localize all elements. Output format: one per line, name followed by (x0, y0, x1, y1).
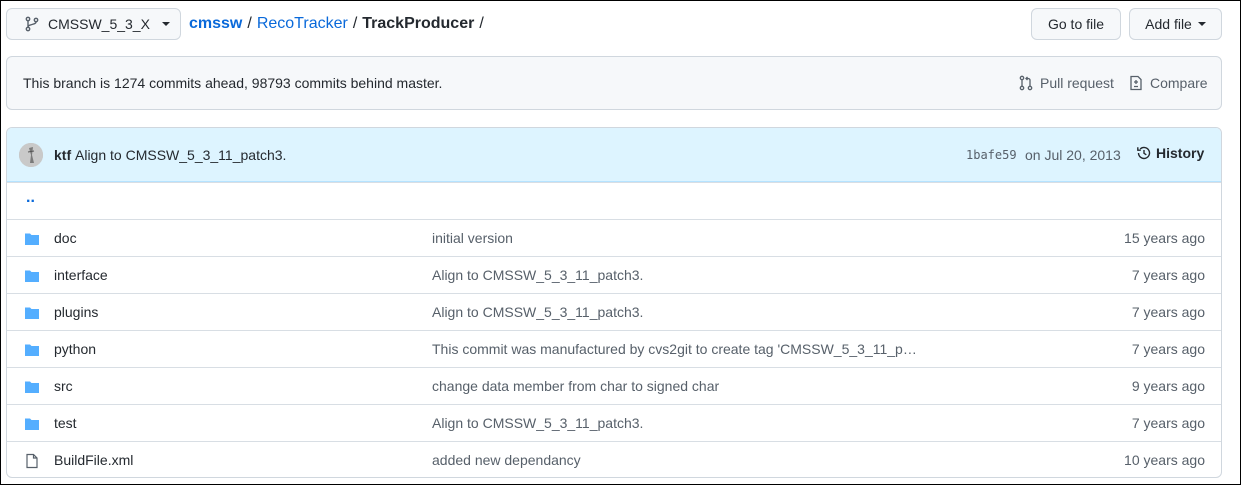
folder-icon (25, 233, 39, 245)
compare-icon (1130, 75, 1142, 91)
branch-selector-button[interactable]: CMSSW_5_3_X (6, 8, 181, 40)
history-icon (1137, 146, 1151, 160)
avatar-image-icon (19, 143, 43, 167)
table-row[interactable]: test Align to CMSSW_5_3_11_patch3. 7 yea… (7, 404, 1221, 441)
file-commit-age: 7 years ago (1131, 341, 1205, 357)
add-file-button[interactable]: Add file (1129, 8, 1222, 40)
latest-commit-bar: ktf Align to CMSSW_5_3_11_patch3. 1bafe5… (7, 128, 1221, 182)
pull-request-label: Pull request (1040, 75, 1114, 91)
repo-header: CMSSW_5_3_X cmssw / RecoTracker / TrackP… (6, 8, 1222, 40)
breadcrumb-current: TrackProducer (362, 15, 475, 32)
file-commit-age: 7 years ago (1131, 267, 1205, 283)
file-name-link[interactable]: plugins (54, 304, 98, 320)
history-link[interactable]: History (1136, 145, 1204, 161)
chevron-down-icon (1197, 22, 1206, 26)
avatar[interactable] (19, 143, 43, 167)
breadcrumb-separator: / (352, 15, 358, 32)
parent-directory-row[interactable]: .. (7, 182, 1221, 219)
add-file-label: Add file (1145, 16, 1192, 32)
pull-request-link[interactable]: Pull request (1018, 75, 1114, 91)
file-table: ktf Align to CMSSW_5_3_11_patch3. 1bafe5… (6, 127, 1222, 478)
table-row[interactable]: src change data member from char to sign… (7, 367, 1221, 404)
table-row[interactable]: BuildFile.xml added new dependancy 10 ye… (7, 441, 1221, 477)
breadcrumb-repo-link[interactable]: cmssw (189, 15, 242, 33)
file-commit-message-link[interactable]: change data member from char to signed c… (432, 378, 719, 394)
pull-request-icon (1019, 75, 1033, 91)
table-row[interactable]: doc initial version 15 years ago (7, 219, 1221, 256)
file-commit-message-link[interactable]: added new dependancy (432, 452, 581, 468)
compare-label: Compare (1150, 75, 1208, 91)
commit-sha-link[interactable]: 1bafe59 (966, 148, 1017, 162)
file-name-link[interactable]: doc (54, 230, 77, 246)
folder-icon (25, 344, 39, 356)
folder-icon (25, 270, 39, 282)
breadcrumb-dir-link[interactable]: RecoTracker (257, 15, 348, 33)
file-name-link[interactable]: python (54, 341, 96, 357)
git-branch-icon (25, 16, 39, 32)
file-name-link[interactable]: test (54, 415, 77, 431)
file-commit-message-link[interactable]: Align to CMSSW_5_3_11_patch3. (432, 304, 643, 320)
file-commit-message-link[interactable]: This commit was manufactured by cvs2git … (432, 341, 917, 357)
go-to-file-button[interactable]: Go to file (1031, 8, 1121, 40)
file-commit-message-link[interactable]: initial version (432, 230, 513, 246)
folder-icon (25, 307, 39, 319)
file-name-link[interactable]: src (54, 378, 73, 394)
file-name-link[interactable]: BuildFile.xml (54, 452, 133, 468)
parent-directory-link[interactable]: .. (26, 189, 35, 207)
file-commit-age: 9 years ago (1131, 378, 1205, 394)
file-commit-age: 10 years ago (1124, 452, 1205, 468)
breadcrumb-separator: / (247, 15, 252, 32)
folder-icon (25, 381, 39, 393)
branch-name: CMSSW_5_3_X (48, 16, 150, 32)
file-commit-message-link[interactable]: Align to CMSSW_5_3_11_patch3. (432, 415, 643, 431)
commit-message-link[interactable]: Align to CMSSW_5_3_11_patch3. (75, 147, 286, 163)
folder-icon (25, 418, 39, 430)
branch-info-box: This branch is 1274 commits ahead, 98793… (6, 56, 1222, 110)
commit-author-link[interactable]: ktf (54, 147, 71, 163)
history-label: History (1156, 145, 1205, 161)
chevron-down-icon (161, 22, 170, 26)
table-row[interactable]: python This commit was manufactured by c… (7, 330, 1221, 367)
file-name-link[interactable]: interface (54, 267, 108, 283)
breadcrumb-separator: / (479, 15, 484, 32)
breadcrumb: cmssw / RecoTracker / TrackProducer / (189, 8, 489, 40)
branch-status-text: This branch is 1274 commits ahead, 98793… (23, 75, 443, 91)
file-commit-message-link[interactable]: Align to CMSSW_5_3_11_patch3. (432, 267, 643, 283)
compare-link[interactable]: Compare (1128, 75, 1208, 91)
commit-date: on Jul 20, 2013 (1025, 147, 1121, 163)
file-icon (26, 453, 38, 469)
table-row[interactable]: interface Align to CMSSW_5_3_11_patch3. … (7, 256, 1221, 293)
file-commit-age: 15 years ago (1124, 230, 1205, 246)
file-commit-age: 7 years ago (1131, 415, 1205, 431)
table-row[interactable]: plugins Align to CMSSW_5_3_11_patch3. 7 … (7, 293, 1221, 330)
file-commit-age: 7 years ago (1131, 304, 1205, 320)
